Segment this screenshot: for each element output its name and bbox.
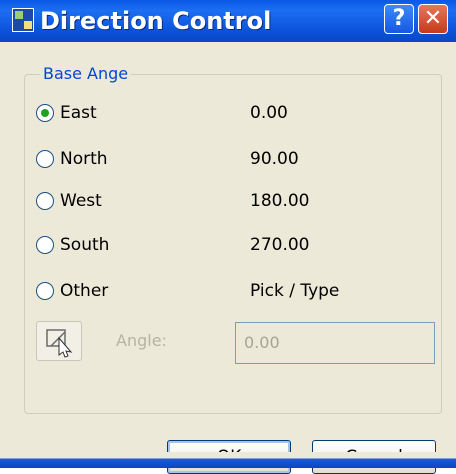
help-button[interactable]: ? (384, 4, 414, 34)
base-angle-group-label: Base Ange (40, 64, 132, 84)
app-icon (12, 8, 34, 32)
option-label-north[interactable]: North (60, 148, 108, 170)
radio-selected-dot (41, 109, 49, 117)
close-button[interactable]: ✕ (418, 4, 448, 34)
radio-south[interactable] (36, 236, 54, 254)
pick-angle-button[interactable] (36, 321, 82, 361)
pick-angle-icon (46, 329, 73, 358)
option-value-west: 180.00 (250, 191, 310, 211)
option-label-west[interactable]: West (60, 190, 102, 212)
option-label-south[interactable]: South (60, 234, 109, 256)
radio-north[interactable] (36, 150, 54, 168)
option-value-north: 90.00 (250, 149, 299, 169)
angle-input[interactable]: 0.00 (235, 322, 435, 364)
radio-east[interactable] (36, 104, 54, 122)
option-label-other[interactable]: Other (60, 280, 108, 302)
dialog-body: Base Ange East 0.00 North 90.00 West 180… (0, 42, 456, 474)
window-title: Direction Control (40, 7, 272, 35)
radio-other[interactable] (36, 282, 54, 300)
option-value-east: 0.00 (250, 103, 288, 123)
title-bar[interactable]: Direction Control ? ✕ (0, 0, 456, 42)
option-label-east[interactable]: East (60, 102, 97, 124)
option-value-other: Pick / Type (250, 281, 340, 301)
window-bottom-border (0, 452, 456, 468)
option-value-south: 270.00 (250, 235, 310, 255)
angle-label: Angle: (116, 331, 167, 350)
radio-west[interactable] (36, 192, 54, 210)
